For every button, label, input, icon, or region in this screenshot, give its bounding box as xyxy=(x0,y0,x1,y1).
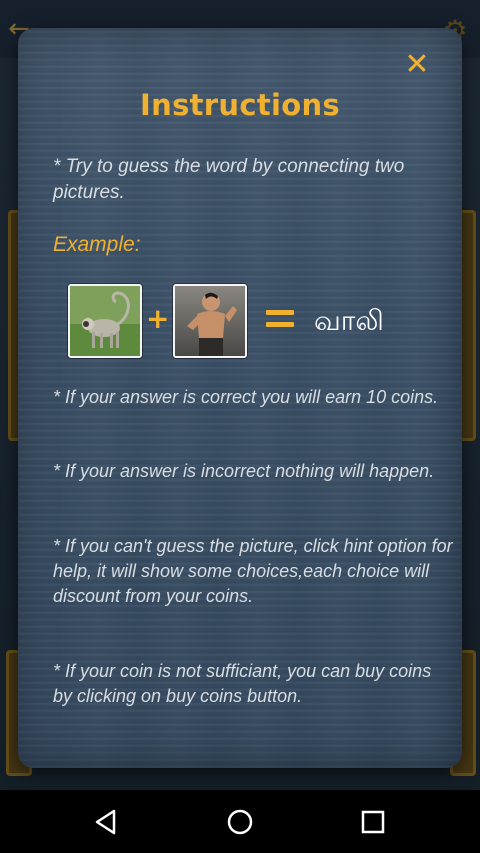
nav-home-icon[interactable] xyxy=(224,806,256,838)
martial-artist-image xyxy=(173,284,247,358)
system-navigation-bar xyxy=(0,790,480,853)
close-icon[interactable]: ✕ xyxy=(402,50,432,80)
plus-operator: + xyxy=(146,302,170,335)
intro-text: * Try to guess the word by connecting tw… xyxy=(53,156,405,203)
rule-text-hint: * If you can't guess the picture, click … xyxy=(53,536,453,606)
instructions-dialog: ✕ Instructions * Try to guess the word b… xyxy=(18,28,462,768)
rule-text-correct: * If your answer is correct you will ear… xyxy=(53,387,439,407)
example-answer: வாலி xyxy=(314,304,384,337)
example-label: Example: xyxy=(53,233,141,256)
rule-text-incorrect: * If your answer is incorrect nothing wi… xyxy=(53,461,435,481)
nav-back-icon[interactable] xyxy=(90,806,122,838)
dialog-title: Instructions xyxy=(140,88,340,122)
nav-recents-icon[interactable] xyxy=(357,806,389,838)
monkey-image xyxy=(68,284,142,358)
rule-text-buy-coins: * If your coin is not sufficiant, you ca… xyxy=(53,661,432,706)
equals-icon xyxy=(266,308,294,330)
